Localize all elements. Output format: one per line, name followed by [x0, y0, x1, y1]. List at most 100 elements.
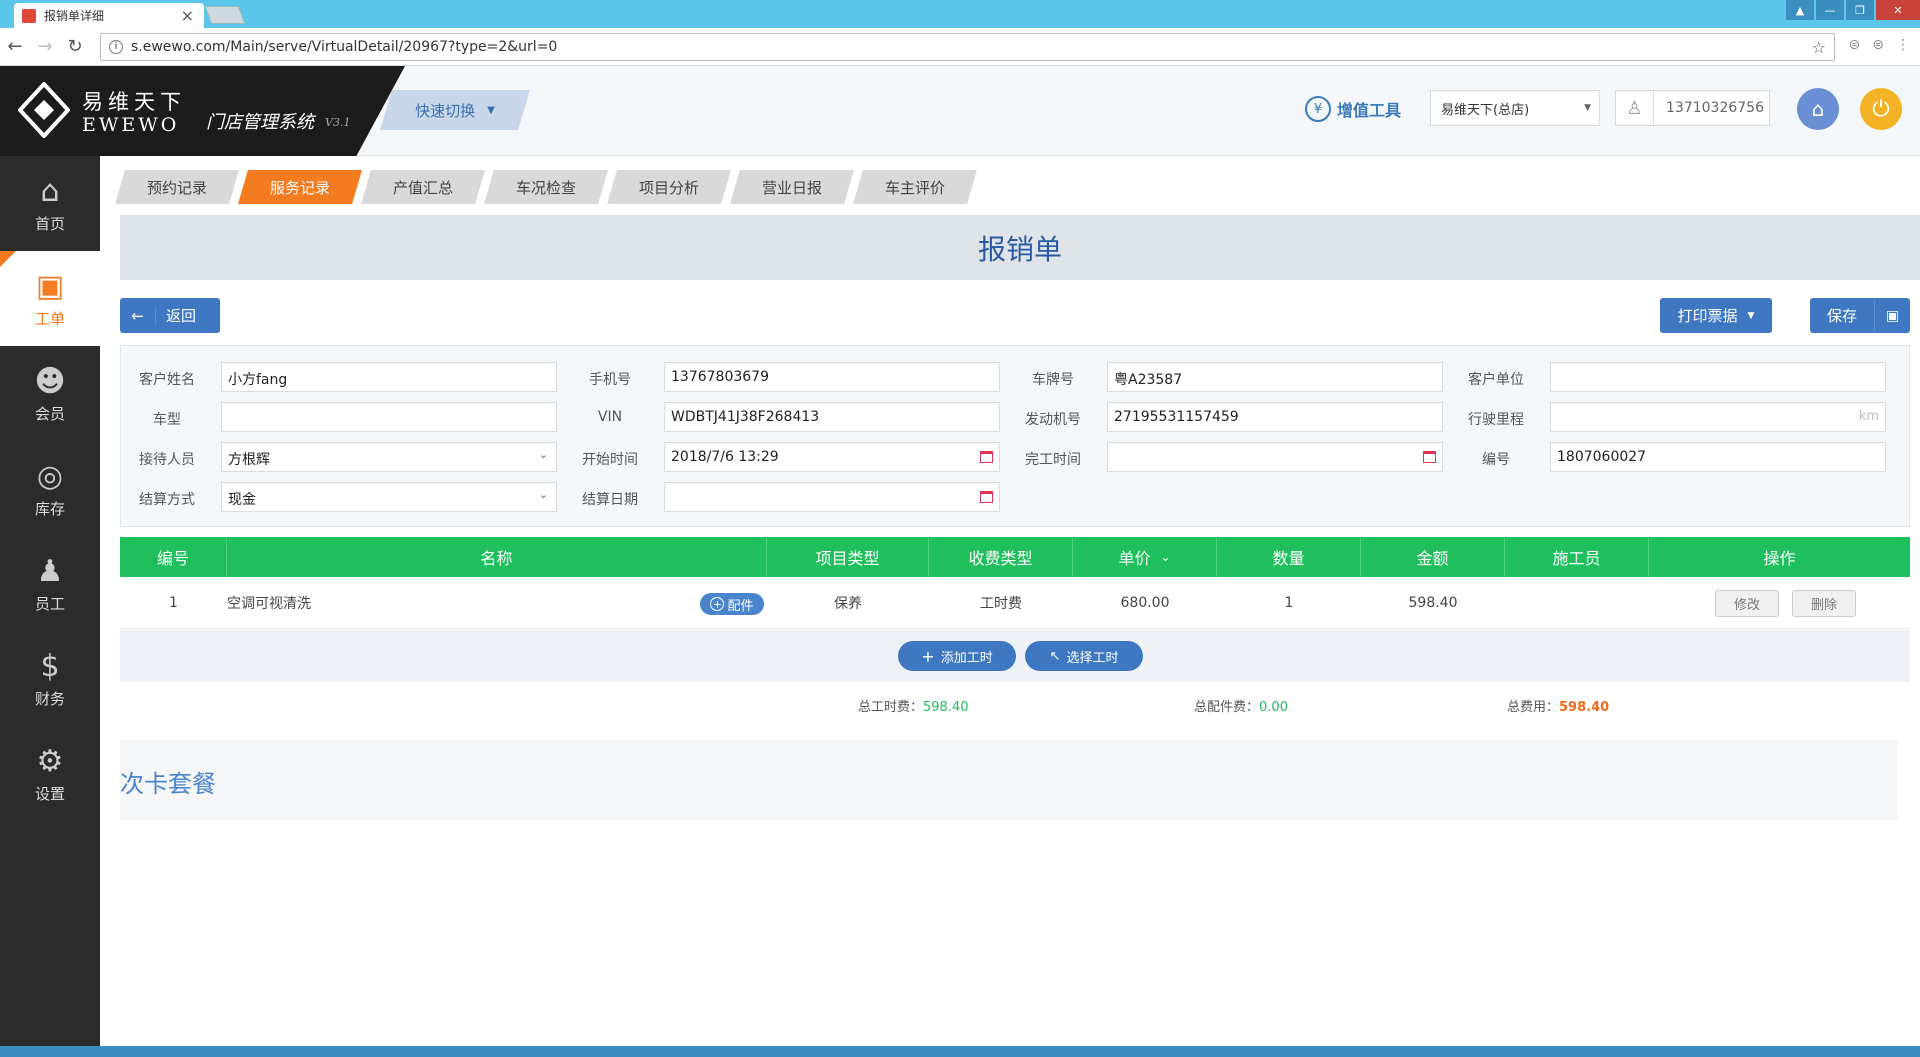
back-arrow-icon[interactable]: ← — [0, 36, 30, 57]
value-added-tools-label: 增值工具 — [1337, 101, 1402, 120]
table-actions: + 添加工时 ↖ 选择工时 — [120, 630, 1910, 682]
sidebar-item-member[interactable]: ☻ 会员 — [0, 346, 100, 441]
sidebar-item-label: 工单 — [34, 310, 65, 328]
tab-owner-reviews[interactable]: 车主评价 — [853, 170, 977, 204]
payment-value: 现金 — [228, 492, 256, 508]
power-icon: ⏻ — [1872, 96, 1890, 122]
company-input[interactable] — [1550, 362, 1886, 392]
page-title: 报销单 — [977, 232, 1062, 266]
menu-icon[interactable]: ⋮ — [1896, 37, 1910, 53]
order-number-input[interactable]: 1807060027 — [1550, 442, 1886, 472]
edit-button[interactable]: 修改 — [1715, 590, 1779, 617]
sidebar-item-inventory[interactable]: ◎ 库存 — [0, 441, 100, 536]
cell-fee-type: 工时费 — [980, 596, 1022, 612]
taskbar — [0, 1046, 1920, 1057]
phone-input[interactable]: 13767803679 — [664, 362, 1000, 392]
customer-name-input[interactable]: 小方fang — [221, 362, 557, 392]
store-value: 易维天下(总店) — [1441, 102, 1530, 118]
form-row: 结算方式 现金 ⌄ 结算日期 — [121, 482, 1911, 514]
page-title-bar: 报销单 — [120, 215, 1920, 280]
col-header-name: 名称 — [227, 537, 767, 577]
sidebar-item-workorder[interactable]: ▣ 工单 — [0, 251, 100, 346]
print-receipt-button[interactable]: 打印票据 ▼ — [1660, 298, 1772, 333]
sidebar-item-settings[interactable]: ⚙ 设置 — [0, 726, 100, 821]
logo[interactable]: 易维天下 EWEWO 门店管理系统 V3.1 — [0, 66, 405, 156]
value-added-tools-link[interactable]: ¥ 增值工具 — [1305, 96, 1401, 122]
vin-input[interactable]: WDBTJ41J38F268413 — [664, 402, 1000, 432]
parts-button[interactable]: + 配件 — [700, 593, 764, 615]
model-input[interactable] — [221, 402, 557, 432]
total-cost-value: 598.40 — [1559, 700, 1610, 715]
start-time-group: 开始时间 2018/7/6 13:29 — [564, 442, 1007, 474]
restore-icon[interactable]: ❐ — [1846, 0, 1874, 20]
col-header-worker: 施工员 — [1505, 537, 1649, 577]
forward-arrow-icon[interactable]: → — [30, 36, 60, 57]
total-parts-value: 0.00 — [1259, 700, 1288, 715]
mileage-input[interactable]: km — [1550, 402, 1886, 432]
user-account[interactable]: ♙ 13710326756 — [1615, 90, 1770, 126]
select-labor-button[interactable]: ↖ 选择工时 — [1025, 641, 1143, 671]
table-row: 1 空调可视清洗 + 配件 保养 工时费 680.00 1 598.40 修改 … — [120, 577, 1910, 629]
payment-method-select[interactable]: 现金 ⌄ — [221, 482, 557, 512]
tab-service-records[interactable]: 服务记录 — [238, 170, 362, 204]
calendar-icon[interactable] — [980, 451, 993, 463]
quick-switch-dropdown[interactable]: 快速切换 ▼ — [380, 90, 530, 130]
tab-vehicle-check[interactable]: 车况检查 — [484, 170, 608, 204]
tab-daily-report[interactable]: 营业日报 — [730, 170, 854, 204]
app-header: 易维天下 EWEWO 门店管理系统 V3.1 快速切换 ▼ ¥ 增值工具 易维天… — [0, 66, 1920, 156]
minimize-icon[interactable]: — — [1816, 0, 1844, 20]
home-button[interactable]: ⌂ — [1797, 88, 1839, 130]
sidebar-item-finance[interactable]: $ 财务 — [0, 631, 100, 726]
calendar-icon[interactable] — [1423, 451, 1436, 463]
module-tabs: 预约记录 服务记录 产值汇总 车况检查 项目分析 营业日报 车主评价 — [115, 170, 977, 204]
caret-down-icon: ▼ — [1747, 310, 1755, 321]
browser-tabstrip: 报销单详细 × ▲ — ❐ ✕ — [0, 0, 1920, 28]
extension-icon[interactable]: ⊜ — [1872, 37, 1884, 53]
system-name: 门店管理系统 — [206, 112, 314, 133]
col-header-price[interactable]: 单价 ⌄ — [1073, 537, 1217, 577]
add-labor-button[interactable]: + 添加工时 — [898, 641, 1016, 671]
delete-button[interactable]: 删除 — [1792, 590, 1856, 617]
col-header-qty: 数量 — [1217, 537, 1361, 577]
caret-down-icon: ▼ — [487, 104, 495, 116]
store-select[interactable]: 易维天下(总店) ▼ — [1430, 90, 1600, 126]
tab-project-analysis[interactable]: 项目分析 — [607, 170, 731, 204]
url-input[interactable]: i s.ewewo.com/Main/serve/VirtualDetail/2… — [100, 33, 1835, 61]
back-button[interactable]: ← 返回 — [120, 298, 220, 333]
finish-time-group: 完工时间 — [1007, 442, 1450, 474]
profile-icon[interactable]: ▲ — [1786, 0, 1814, 20]
finish-time-input[interactable] — [1107, 442, 1443, 472]
extension-icon[interactable]: ⊜ — [1849, 37, 1861, 53]
table-header: 编号 名称 项目类型 收费类型 单价 ⌄ 数量 金额 施工员 操作 — [120, 537, 1910, 577]
new-tab-button[interactable] — [204, 6, 246, 24]
engine-number-input[interactable]: 27195531157459 — [1107, 402, 1443, 432]
field-label: 车牌号 — [1032, 372, 1074, 388]
tab-appointments[interactable]: 预约记录 — [115, 170, 239, 204]
print-label: 打印票据 — [1677, 307, 1738, 325]
payment-group: 结算方式 现金 ⌄ — [121, 482, 564, 514]
tab-output-summary[interactable]: 产值汇总 — [361, 170, 485, 204]
plate-input[interactable]: 粤A23587 — [1107, 362, 1443, 392]
col-header-amount: 金额 — [1361, 537, 1505, 577]
start-time-input[interactable]: 2018/7/6 13:29 — [664, 442, 1000, 472]
address-bar: ← → ↻ i s.ewewo.com/Main/serve/VirtualDe… — [0, 28, 1920, 66]
logout-button[interactable]: ⏻ — [1860, 88, 1902, 130]
sidebar-item-staff[interactable]: ♟ 员工 — [0, 536, 100, 631]
window-close-icon[interactable]: ✕ — [1876, 0, 1920, 20]
save-button[interactable]: 保存 ▣ — [1810, 298, 1910, 333]
calendar-icon[interactable] — [980, 491, 993, 503]
reload-icon[interactable]: ↻ — [60, 36, 90, 57]
field-label: 结算方式 — [139, 492, 195, 508]
bookmark-star-icon[interactable]: ☆ — [1812, 38, 1826, 57]
gear-icon: ⚙ — [36, 743, 64, 779]
caret-down-icon: ▼ — [1584, 103, 1591, 113]
info-icon[interactable]: i — [109, 40, 123, 54]
settle-date-input[interactable] — [664, 482, 1000, 512]
favicon-icon — [22, 8, 36, 23]
sidebar-item-home[interactable]: ⌂ 首页 — [0, 156, 100, 251]
browser-tab[interactable]: 报销单详细 × — [14, 3, 204, 28]
field-label: 手机号 — [589, 372, 631, 388]
sidebar-item-label: 库存 — [34, 500, 65, 518]
receptionist-select[interactable]: 方根辉 ⌄ — [221, 442, 557, 472]
close-tab-icon[interactable]: × — [181, 6, 194, 25]
